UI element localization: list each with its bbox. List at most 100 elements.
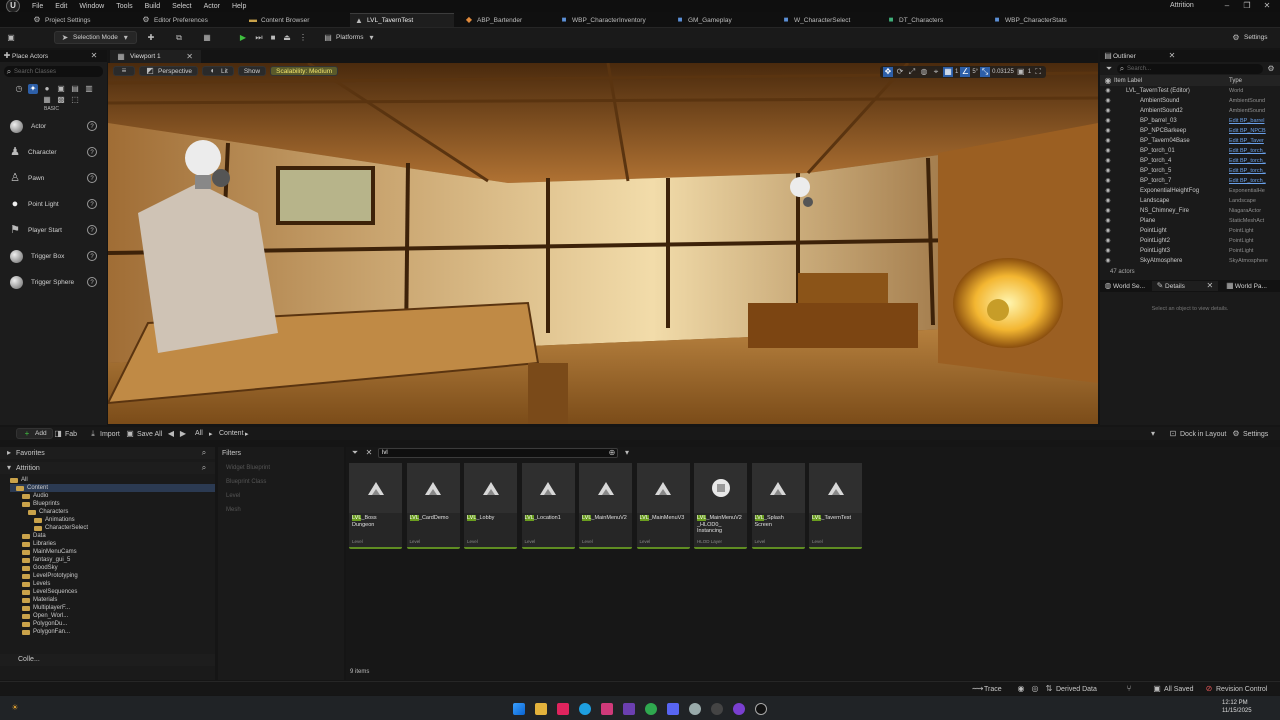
folder-tree-item[interactable]: fantasy_gui_5 <box>10 556 215 564</box>
help-icon[interactable]: ? <box>87 277 97 287</box>
folder-tree-item[interactable]: Materials <box>10 596 215 604</box>
close-icon[interactable]: ✕ <box>1205 281 1215 291</box>
outliner-row[interactable]: ◉ Landscape Landscape <box>1100 196 1280 206</box>
step-icon[interactable]: ⏭ <box>254 33 264 43</box>
tab-lvl-taverntest[interactable]: ▲ LVL_TavernTest <box>350 13 454 27</box>
add-button[interactable]: + Add <box>16 428 53 439</box>
folder-tree-item[interactable]: MainMenuCams <box>10 548 215 556</box>
asset-tile[interactable]: LVL_CardDemo Level <box>406 463 460 549</box>
folder-tree-item[interactable]: PolygonDu... <box>10 620 215 628</box>
edge-browser-icon[interactable] <box>579 703 591 715</box>
settings-icon[interactable]: ⚙ <box>1266 64 1276 74</box>
character-item[interactable]: ♟ Character? <box>0 139 107 165</box>
filter-icon[interactable]: ⏷ <box>1104 64 1114 74</box>
discord-icon[interactable] <box>667 703 679 715</box>
volumes-icon[interactable]: ▥ <box>84 84 94 94</box>
tab-gm-gameplay[interactable]: ■ GM_Gameplay <box>671 13 736 27</box>
viewport-options-button[interactable]: ≡ <box>113 66 135 76</box>
menu-edit[interactable]: Edit <box>55 3 67 10</box>
clock-time[interactable]: 12:12 PM <box>1222 700 1248 706</box>
edit-blueprint-link[interactable]: Edit BP_torch_ <box>1229 148 1266 154</box>
asset-tile[interactable]: LVL_Lobby Level <box>464 463 517 549</box>
edit-blueprint-link[interactable]: Edit BP_barrel <box>1229 118 1264 124</box>
breadcrumb-all[interactable]: All <box>195 430 203 437</box>
collections-header[interactable]: Colle... <box>0 654 215 666</box>
scale-snap-value[interactable]: 0.03125 <box>992 69 1014 75</box>
tab-wbp-characterstats[interactable]: ■ WBP_CharacterStats <box>988 13 1071 27</box>
filter-mesh[interactable]: Mesh <box>226 503 336 517</box>
clock-date[interactable]: 11/15/2025 <box>1222 708 1252 714</box>
outliner-row[interactable]: ◉ BP_NPCBarkeep Edit BP_NPCB <box>1100 126 1280 136</box>
angle-snap-icon[interactable]: ∠ <box>960 67 971 77</box>
minimize-icon[interactable]: – <box>1222 1 1232 11</box>
history-back-icon[interactable]: ◀ <box>166 429 176 439</box>
trigger-box-item[interactable]: Trigger Box? <box>0 243 107 269</box>
visibility-icon[interactable]: ◉ <box>1103 166 1113 176</box>
angle-snap-value[interactable]: 5° <box>972 69 978 75</box>
rotate-tool-icon[interactable]: ⟳ <box>895 67 905 77</box>
visibility-icon[interactable]: ◉ <box>1103 176 1113 186</box>
visibility-icon[interactable]: ◉ <box>1103 256 1113 266</box>
unreal-engine-taskbar-icon[interactable] <box>755 703 767 715</box>
outliner-row[interactable]: ◉ PointLight2 PointLight <box>1100 236 1280 246</box>
recent-icon[interactable]: ◷ <box>14 84 24 94</box>
menu-select[interactable]: Select <box>172 3 191 10</box>
breadcrumb-content[interactable]: Content <box>219 430 244 437</box>
cinematics-icon[interactable]: ▦ <box>202 33 212 43</box>
save-icon[interactable]: ▣ <box>6 33 16 43</box>
folder-tree-item[interactable]: PolygonFan... <box>10 628 215 636</box>
tab-world-settings[interactable]: ◍ World Se... <box>1100 281 1148 291</box>
lit-button[interactable]: ◐ Lit <box>201 66 234 76</box>
visibility-icon[interactable]: ◉ <box>1103 196 1113 206</box>
outliner-row[interactable]: ◉ BP_torch_5 Edit BP_torch_ <box>1100 166 1280 176</box>
clear-search-icon[interactable]: ✕ <box>364 448 374 458</box>
perspective-button[interactable]: ◩ Perspective <box>139 66 198 76</box>
folder-tree-item[interactable]: Libraries <box>10 540 215 548</box>
outliner-row[interactable]: ◉ Plane StaticMeshAct <box>1100 216 1280 226</box>
all-saved-indicator[interactable]: ▣ All Saved <box>1152 684 1193 694</box>
class-search[interactable]: ⌕ Search Classes <box>4 66 103 77</box>
close-icon[interactable]: ✕ <box>1167 51 1177 61</box>
xbox-icon[interactable] <box>645 703 657 715</box>
fab-button[interactable]: ◨ Fab <box>53 429 77 439</box>
search-icon[interactable]: ⌕ <box>199 463 209 473</box>
maximize-viewport-icon[interactable]: ⛶ <box>1033 67 1043 77</box>
grid-snap-value[interactable]: 1 <box>955 69 958 75</box>
folder-tree-item[interactable]: Blueprints <box>10 500 215 508</box>
visibility-icon[interactable]: ◉ <box>1103 156 1113 166</box>
grid-snap-icon[interactable]: ▦ <box>943 67 953 77</box>
github-icon[interactable] <box>711 703 723 715</box>
outliner-row[interactable]: ◉ AmbientSound2 AmbientSound <box>1100 106 1280 116</box>
folder-tree-item[interactable]: GoodSky <box>10 564 215 572</box>
player-start-item[interactable]: ⚑ Player Start? <box>0 217 107 243</box>
search-icon[interactable]: ⌕ <box>199 448 209 458</box>
menu-help[interactable]: Help <box>232 3 246 10</box>
camera-speed-value[interactable]: 1 <box>1028 69 1031 75</box>
asset-tile[interactable]: LVL_Boss Dungeon Level <box>349 463 402 549</box>
music-app-icon[interactable] <box>557 703 569 715</box>
folder-tree-item[interactable]: Content <box>10 484 215 492</box>
play-icon[interactable]: ▶ <box>238 33 248 43</box>
tab-world-partition[interactable]: ▦ World Pa... <box>1222 281 1270 291</box>
folder-tree-item[interactable]: MultiplayerF... <box>10 604 215 612</box>
basic-category-icon[interactable]: ✦ <box>28 84 38 94</box>
close-icon[interactable]: ✕ <box>89 51 99 61</box>
tab-project-settings[interactable]: ⚙ Project Settings <box>28 13 95 27</box>
visibility-icon[interactable]: ◉ <box>1103 226 1113 236</box>
visibility-icon[interactable]: ◉ <box>1103 186 1113 196</box>
visibility-icon[interactable]: ◉ <box>1103 236 1113 246</box>
filter-level[interactable]: Level <box>226 489 336 503</box>
edit-blueprint-link[interactable]: Edit BP_NPCB <box>1229 128 1266 134</box>
folder-tree-item[interactable]: LevelPrototyping <box>10 572 215 580</box>
project-root-header[interactable]: ▾ Attrition ⌕ <box>0 462 215 474</box>
visibility-icon[interactable]: ◉ <box>1103 136 1113 146</box>
lights-category-icon[interactable]: ● <box>42 84 52 94</box>
revision-control-button[interactable]: ⊘ Revision Control <box>1204 684 1268 694</box>
maps-icon[interactable] <box>601 703 613 715</box>
filter-widget-blueprint[interactable]: Widget Blueprint <box>226 461 336 475</box>
surface-snap-icon[interactable]: ⌖ <box>931 67 941 77</box>
visual-effects-icon[interactable]: ▤ <box>70 84 80 94</box>
visibility-icon[interactable]: ◉ <box>1103 246 1113 256</box>
folder-tree-item[interactable]: Open_Worl... <box>10 612 215 620</box>
add-content-icon[interactable]: ✚ <box>146 33 156 43</box>
